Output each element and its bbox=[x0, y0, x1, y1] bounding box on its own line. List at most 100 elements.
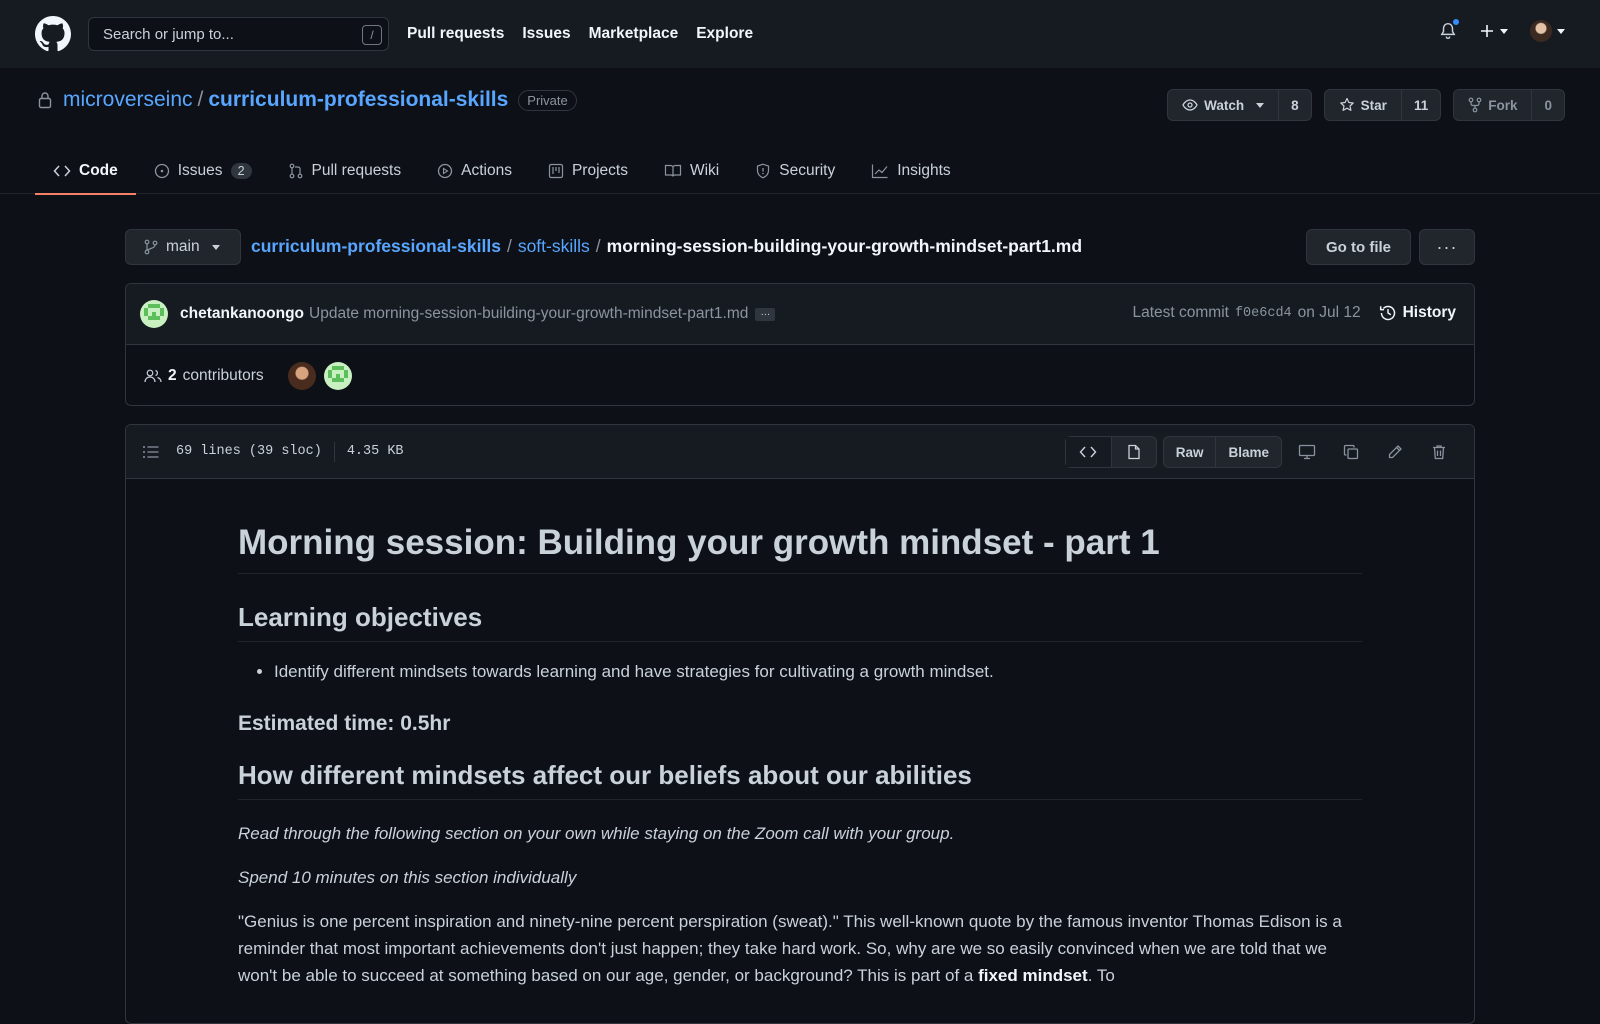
contributor-avatars bbox=[287, 361, 352, 390]
notifications-bell-icon[interactable] bbox=[1439, 17, 1461, 41]
markdown-paragraph: Spend 10 minutes on this section individ… bbox=[238, 868, 577, 887]
play-icon bbox=[437, 163, 453, 179]
tab-security[interactable]: Security bbox=[737, 148, 853, 194]
tab-label: Insights bbox=[897, 162, 951, 179]
breadcrumb-folder-link[interactable]: soft-skills bbox=[518, 236, 590, 257]
shield-icon bbox=[757, 163, 770, 179]
global-nav: Pull requests Issues Marketplace Explore bbox=[407, 25, 753, 43]
list-outline-icon[interactable] bbox=[142, 444, 160, 460]
expand-commit-message-button[interactable]: … bbox=[755, 307, 776, 321]
nav-marketplace[interactable]: Marketplace bbox=[589, 25, 679, 43]
markdown-heading-mindsets: How different mindsets affect our belief… bbox=[238, 760, 1362, 800]
tab-wiki[interactable]: Wiki bbox=[646, 148, 737, 194]
raw-button[interactable]: Raw bbox=[1164, 437, 1216, 467]
github-logo-icon[interactable] bbox=[35, 16, 71, 52]
markdown-heading-1: Morning session: Building your growth mi… bbox=[238, 523, 1362, 574]
user-menu[interactable] bbox=[1530, 20, 1565, 42]
markdown-paragraph: Read through the following section on yo… bbox=[238, 824, 955, 843]
raw-blame-group: Raw Blame bbox=[1162, 436, 1282, 468]
global-header: / Pull requests Issues Marketplace Explo… bbox=[0, 0, 1600, 68]
repo-name-link[interactable]: curriculum-professional-skills bbox=[208, 88, 508, 112]
commit-sha-link[interactable]: f0e6cd4 bbox=[1235, 306, 1292, 321]
breadcrumb-current-file: morning-session-building-your-growth-min… bbox=[606, 236, 1083, 256]
tab-projects[interactable]: Projects bbox=[530, 148, 646, 194]
breadcrumb: curriculum-professional-skills / soft-sk… bbox=[251, 236, 1082, 257]
fork-button-group: Fork 0 bbox=[1453, 89, 1565, 121]
search-shortcut-key: / bbox=[362, 25, 382, 45]
trash-icon[interactable] bbox=[1420, 436, 1458, 468]
fork-count[interactable]: 0 bbox=[1532, 90, 1564, 120]
code-icon bbox=[1079, 446, 1097, 458]
star-count[interactable]: 11 bbox=[1402, 90, 1440, 120]
tab-label: Projects bbox=[571, 162, 628, 179]
repo-title: microverseinc / curriculum-professional-… bbox=[37, 88, 577, 112]
desktop-icon[interactable] bbox=[1288, 436, 1326, 468]
unread-indicator bbox=[1451, 17, 1461, 27]
file-navigation: main curriculum-professional-skills / so… bbox=[125, 229, 1475, 265]
file-header: 69 lines (39 sloc) 4.35 KB Raw Blame bbox=[126, 425, 1474, 479]
visibility-badge: Private bbox=[518, 89, 577, 111]
create-new-menu[interactable] bbox=[1479, 23, 1508, 39]
issues-count-badge: 2 bbox=[230, 163, 252, 179]
tab-code[interactable]: Code bbox=[35, 148, 136, 195]
repository-header: microverseinc / curriculum-professional-… bbox=[0, 68, 1600, 195]
contributors-row[interactable]: 2 contributors bbox=[126, 345, 1474, 406]
display-rendered-button[interactable] bbox=[1110, 437, 1156, 467]
tab-issues[interactable]: Issues 2 bbox=[136, 148, 270, 194]
nav-pull-requests[interactable]: Pull requests bbox=[407, 25, 504, 43]
star-button[interactable]: Star bbox=[1325, 90, 1402, 120]
commit-message-link[interactable]: Update morning-session-building-your-gro… bbox=[309, 305, 748, 323]
breadcrumb-repo-link[interactable]: curriculum-professional-skills bbox=[251, 236, 501, 257]
objectives-list: Identify different mindsets towards lear… bbox=[238, 662, 1362, 682]
nav-explore[interactable]: Explore bbox=[696, 25, 753, 43]
graph-icon bbox=[872, 164, 888, 179]
markdown-heading-objectives: Learning objectives bbox=[238, 602, 1362, 642]
book-icon bbox=[664, 164, 682, 177]
copy-icon[interactable] bbox=[1332, 436, 1370, 468]
commit-author-link[interactable]: chetankanoongo bbox=[180, 305, 304, 323]
search-input[interactable] bbox=[103, 25, 333, 43]
watch-count[interactable]: 8 bbox=[1279, 90, 1311, 120]
history-button[interactable]: History bbox=[1379, 304, 1456, 322]
star-button-group: Star 11 bbox=[1323, 89, 1442, 121]
file-icon bbox=[1128, 444, 1140, 460]
project-icon bbox=[548, 163, 564, 179]
tab-pull-requests[interactable]: Pull requests bbox=[270, 148, 420, 194]
nav-issues[interactable]: Issues bbox=[522, 25, 570, 43]
view-mode-toggle bbox=[1064, 436, 1157, 468]
fork-button[interactable]: Fork bbox=[1454, 90, 1533, 120]
star-icon bbox=[1339, 97, 1354, 111]
watch-button[interactable]: Watch bbox=[1168, 90, 1280, 120]
branch-icon bbox=[144, 239, 158, 255]
repo-owner-link[interactable]: microverseinc bbox=[63, 88, 193, 112]
file-size: 4.35 KB bbox=[346, 444, 404, 459]
display-source-button[interactable] bbox=[1065, 437, 1111, 467]
tab-insights[interactable]: Insights bbox=[853, 148, 968, 194]
more-options-button[interactable]: ··· bbox=[1419, 229, 1475, 265]
avatar[interactable] bbox=[287, 361, 316, 390]
chevron-down-icon bbox=[1500, 28, 1508, 34]
blame-button[interactable]: Blame bbox=[1215, 437, 1281, 467]
pencil-icon[interactable] bbox=[1376, 436, 1414, 468]
file-viewer: 69 lines (39 sloc) 4.35 KB Raw Blame Mor… bbox=[125, 424, 1475, 1024]
rendered-markdown: Morning session: Building your growth mi… bbox=[126, 479, 1474, 989]
fork-label: Fork bbox=[1488, 97, 1518, 113]
chevron-down-icon bbox=[1557, 28, 1565, 34]
lock-icon bbox=[38, 92, 52, 109]
search-box[interactable]: / bbox=[88, 17, 389, 51]
chevron-down-icon bbox=[1256, 102, 1265, 108]
go-to-file-button[interactable]: Go to file bbox=[1306, 229, 1411, 265]
watch-button-group: Watch 8 bbox=[1167, 89, 1312, 121]
avatar[interactable] bbox=[323, 361, 352, 390]
issue-icon bbox=[154, 163, 169, 179]
branch-name: main bbox=[166, 238, 200, 255]
tab-label: Code bbox=[79, 162, 118, 179]
avatar[interactable] bbox=[140, 300, 168, 328]
tab-actions[interactable]: Actions bbox=[419, 148, 530, 194]
eye-icon bbox=[1182, 99, 1198, 111]
repo-actions: Watch 8 Star 11 Fork 0 bbox=[1167, 89, 1565, 121]
commit-meta: Latest commit f0e6cd4 on Jul 12 History bbox=[1132, 304, 1456, 322]
contributors-count: 2 bbox=[168, 366, 177, 384]
avatar bbox=[1530, 20, 1552, 42]
branch-selector[interactable]: main bbox=[125, 229, 241, 265]
